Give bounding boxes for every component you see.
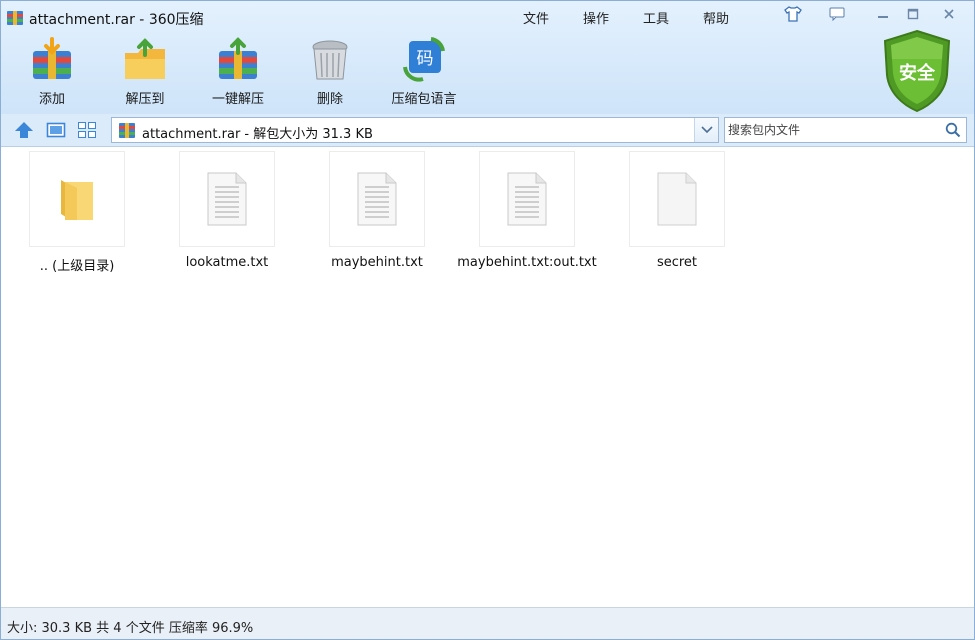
file-item-secret[interactable]: secret — [602, 151, 752, 270]
skin-shirt-icon[interactable] — [783, 5, 803, 23]
search-input[interactable] — [728, 121, 940, 139]
delete-label: 删除 — [316, 92, 343, 107]
file-name: maybehint.txt:out.txt — [457, 255, 597, 270]
feedback-icon[interactable] — [827, 5, 847, 23]
chevron-down-icon — [700, 126, 713, 134]
folder-icon — [61, 180, 93, 220]
search-button[interactable] — [943, 121, 963, 139]
menu-file[interactable]: 文件 — [506, 8, 566, 27]
text-file-icon — [207, 172, 247, 226]
add-label: 添加 — [38, 92, 65, 107]
file-list: .. (上级目录) lookatme.txt maybehint.txt may… — [1, 148, 974, 607]
status-bar: 大小: 30.3 KB 共 4 个文件 压缩率 96.9% — [1, 607, 974, 639]
svg-text:码: 码 — [417, 49, 434, 69]
one-click-extract-label: 一键解压 — [211, 92, 264, 107]
archive-icon — [118, 122, 136, 143]
security-badge-label: 安全 — [899, 63, 935, 84]
file-thumbnail — [479, 151, 575, 247]
one-click-extract-icon — [219, 37, 257, 79]
file-thumbnail — [179, 151, 275, 247]
menu-bar: 文件 操作 工具 帮助 — [506, 8, 746, 27]
address-dropdown-button[interactable] — [694, 118, 718, 142]
large-icon-view-button[interactable] — [44, 119, 68, 141]
file-item-lookatme[interactable]: lookatme.txt — [152, 151, 302, 270]
blank-file-icon — [657, 172, 697, 226]
extract-to-button[interactable]: 解压到 — [105, 37, 185, 107]
delete-button[interactable]: 删除 — [290, 37, 370, 107]
archive-language-icon: 码 — [403, 37, 445, 82]
file-thumbnail — [629, 151, 725, 247]
close-icon[interactable] — [939, 5, 959, 23]
archive-language-button[interactable]: 码 压缩包语言 — [384, 37, 464, 107]
file-thumbnail — [329, 151, 425, 247]
file-name: lookatme.txt — [185, 255, 269, 270]
large-icon-view-icon — [46, 122, 66, 138]
search-icon — [945, 122, 961, 138]
maximize-icon[interactable] — [903, 5, 923, 23]
address-text: attachment.rar - 解包大小为 31.3 KB — [142, 127, 373, 142]
grid-view-icon — [78, 122, 96, 138]
file-item-maybehint[interactable]: maybehint.txt — [302, 151, 452, 270]
file-name: secret — [656, 255, 698, 270]
text-file-icon — [357, 172, 397, 226]
text-file-icon — [507, 172, 547, 226]
add-archive-icon — [33, 37, 71, 79]
up-level-button[interactable] — [12, 119, 36, 141]
archive-language-label: 压缩包语言 — [391, 92, 457, 107]
add-button[interactable]: 添加 — [12, 37, 92, 107]
navigation-bar: attachment.rar - 解包大小为 31.3 KB — [1, 114, 974, 147]
title-toolbar-area: attachment.rar - 360压缩 文件 操作 工具 帮助 添加 解压… — [1, 1, 974, 114]
one-click-extract-button[interactable]: 一键解压 — [198, 37, 278, 107]
arrow-up-icon — [15, 122, 33, 138]
file-name: maybehint.txt — [331, 255, 423, 270]
window-title: attachment.rar - 360压缩 — [29, 12, 204, 28]
status-text: 大小: 30.3 KB 共 4 个文件 压缩率 96.9% — [7, 621, 254, 636]
file-item-parent-dir[interactable]: .. (上级目录) — [2, 151, 152, 274]
extract-to-label: 解压到 — [125, 92, 165, 107]
file-name: .. (上级目录) — [39, 259, 115, 274]
app-window: attachment.rar - 360压缩 文件 操作 工具 帮助 添加 解压… — [0, 0, 975, 640]
menu-tools[interactable]: 工具 — [626, 8, 686, 27]
search-box — [724, 117, 967, 143]
trash-icon — [312, 40, 348, 80]
minimize-icon[interactable] — [873, 5, 893, 23]
file-item-maybehint-out[interactable]: maybehint.txt:out.txt — [452, 151, 602, 270]
address-bar[interactable]: attachment.rar - 解包大小为 31.3 KB — [111, 117, 719, 143]
list-view-button[interactable] — [75, 119, 99, 141]
menu-operation[interactable]: 操作 — [566, 8, 626, 27]
extract-to-icon — [125, 38, 165, 79]
app-icon — [6, 9, 24, 27]
security-badge[interactable]: 安全 — [881, 29, 953, 117]
menu-help[interactable]: 帮助 — [686, 8, 746, 27]
file-thumbnail — [29, 151, 125, 247]
